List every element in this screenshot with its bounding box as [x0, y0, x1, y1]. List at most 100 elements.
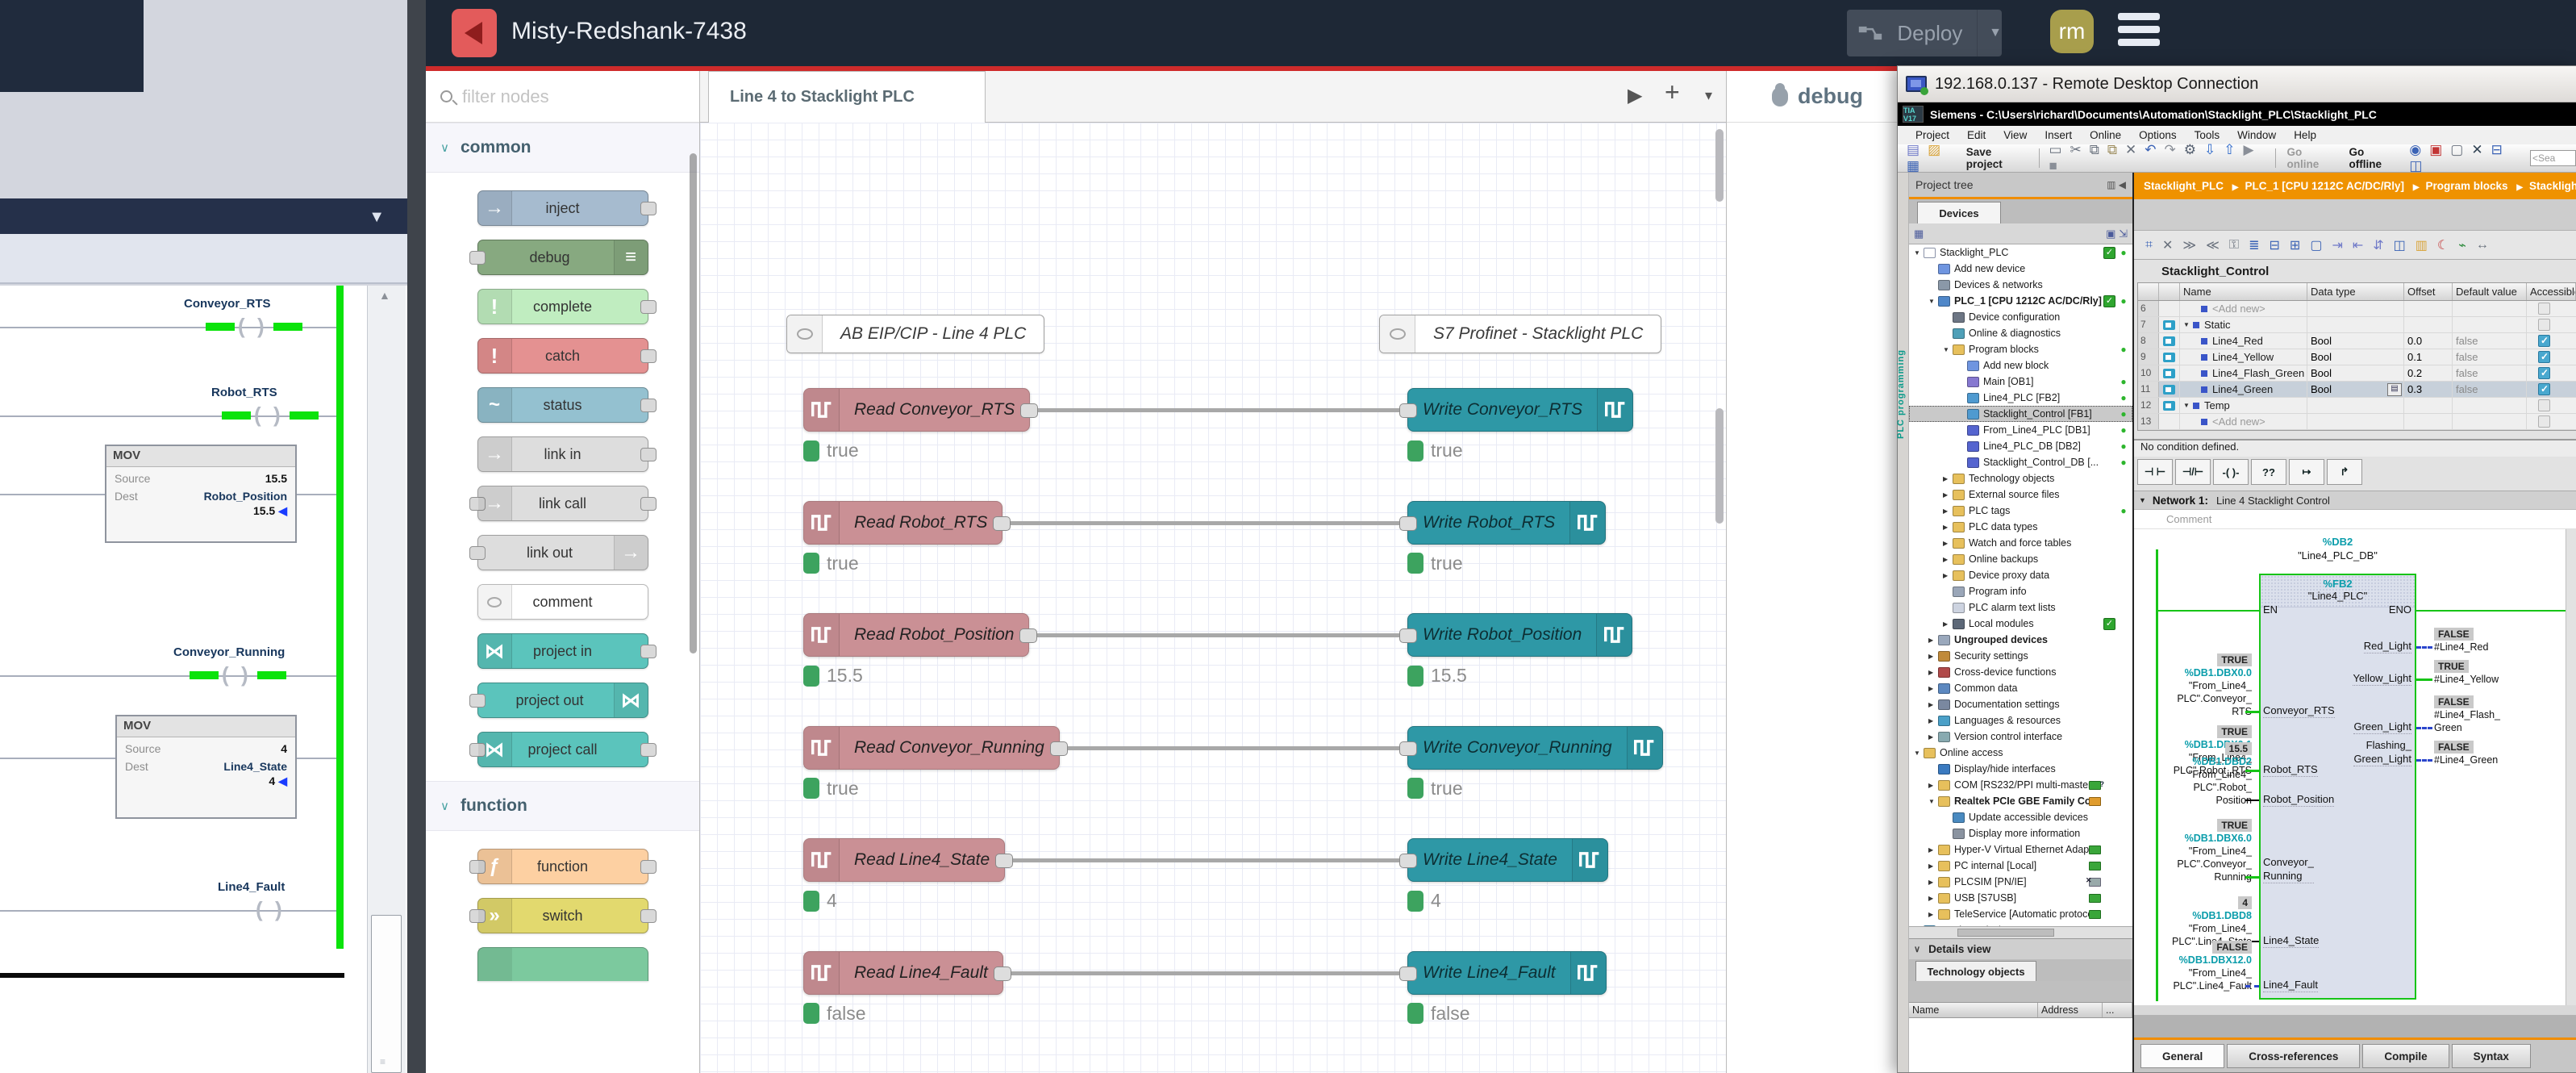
- toolbar-icon[interactable]: ✂: [2070, 142, 2082, 158]
- output-port[interactable]: [993, 516, 1011, 531]
- tab-scroll-icon[interactable]: ▶: [1628, 84, 1642, 107]
- tree-row[interactable]: ▶ TeleService [Automatic protoco...: [1909, 906, 2132, 922]
- tree-row[interactable]: PLC alarm text lists: [1909, 599, 2132, 616]
- mov-instruction[interactable]: MOV Source4 DestLine4_State 4◀: [115, 715, 297, 819]
- table-row[interactable]: 7 ▼Static: [2138, 317, 2576, 333]
- tree-row[interactable]: From_Line4_PLC [DB1] ●: [1909, 422, 2132, 438]
- tree-row[interactable]: ▶ Ungrouped devices: [1909, 632, 2132, 648]
- go-online-button[interactable]: Go online: [2286, 146, 2336, 170]
- toolbar-icon[interactable]: ▭: [2049, 142, 2061, 158]
- toolbar-icon[interactable]: ▨: [1928, 142, 1940, 158]
- input-port[interactable]: [1399, 403, 1417, 418]
- menu-item[interactable]: Project: [1915, 129, 1949, 141]
- table-row[interactable]: 10 Line4_Flash_Green Bool 0.2 false: [2138, 365, 2576, 382]
- inspector-tab[interactable]: Cross-references: [2227, 1044, 2360, 1068]
- toolbar-icon[interactable]: ▦: [1907, 158, 1919, 174]
- table-row[interactable]: 12 ▼Temp: [2138, 398, 2576, 414]
- deploy-dropdown-icon[interactable]: ▼: [1989, 26, 2002, 40]
- main-menu-icon[interactable]: [2118, 13, 2160, 52]
- tree-row[interactable]: ▼ Stacklight_PLC ✓ ●: [1909, 244, 2132, 261]
- scrollbar-thumb[interactable]: ≡: [371, 915, 402, 1073]
- menu-item[interactable]: Online: [2090, 129, 2121, 141]
- delete-network-icon[interactable]: ✕: [2162, 237, 2173, 253]
- ladder-tool-button[interactable]: ⊣/⊢: [2175, 459, 2211, 485]
- read-node[interactable]: Read Line4_Fault: [803, 951, 1003, 995]
- toolbar-icon[interactable]: ▢: [2450, 142, 2463, 158]
- ladder-collapse-bar[interactable]: ▼: [0, 198, 407, 234]
- monitoring-off-icon[interactable]: ☾: [2437, 237, 2449, 253]
- palette-category-header[interactable]: ∨ common: [426, 123, 699, 173]
- inspector-tab[interactable]: Syntax: [2452, 1044, 2531, 1068]
- tree-row[interactable]: ▼ Realtek PCIe GBE Family Con...: [1909, 793, 2132, 809]
- output-port[interactable]: [994, 967, 1011, 981]
- snapshot-icon[interactable]: ▥: [2416, 237, 2428, 253]
- menu-item[interactable]: Window: [2237, 129, 2276, 141]
- tree-row[interactable]: ▶ Technology objects: [1909, 470, 2132, 486]
- ladder-scrollbar[interactable]: ▲ ≡: [367, 286, 406, 1073]
- toolbar-icon[interactable]: ✕: [2471, 142, 2482, 158]
- tree-sync-icon[interactable]: ⇲: [2119, 228, 2128, 240]
- palette-node[interactable]: ⋈ project call: [477, 732, 648, 767]
- insert-network-icon[interactable]: ⌗: [2145, 238, 2153, 253]
- input-port[interactable]: [1399, 854, 1417, 868]
- expander-icon[interactable]: ▶: [1928, 911, 1938, 918]
- tree-row[interactable]: ▶ Cross-device functions: [1909, 664, 2132, 680]
- flow-list-icon[interactable]: ▾: [1705, 87, 1712, 104]
- ladder-tool-button[interactable]: -( )-: [2213, 459, 2249, 485]
- collapse-panel-icon[interactable]: ◀: [2119, 179, 2126, 190]
- input-port[interactable]: [1399, 741, 1417, 756]
- palette-node[interactable]: ! complete: [477, 289, 648, 324]
- tree-row[interactable]: Main [OB1] ●: [1909, 374, 2132, 390]
- expander-icon[interactable]: ▶: [1928, 669, 1938, 676]
- toolbar-icon[interactable]: ↷: [2165, 142, 2176, 158]
- palette-node[interactable]: ~ status: [477, 387, 648, 423]
- expander-icon[interactable]: ▶: [1943, 475, 1953, 482]
- tree-view-icon[interactable]: ▣: [2106, 228, 2115, 240]
- toolbar-icon[interactable]: ↶: [2145, 142, 2156, 158]
- pin-panel-icon[interactable]: ▥: [2107, 179, 2115, 190]
- toolbar-icon[interactable]: ▤: [1907, 142, 1919, 158]
- save-project-button[interactable]: Save project: [1966, 146, 2030, 170]
- goto-icon[interactable]: ↔: [2476, 238, 2489, 253]
- tree-row[interactable]: Line4_PLC [FB2] ●: [1909, 390, 2132, 406]
- canvas-scrollbar-thumb[interactable]: [1715, 129, 1724, 202]
- expander-icon[interactable]: ▶: [1943, 540, 1953, 547]
- debug-tab-header[interactable]: debug: [1727, 71, 1897, 123]
- expander-icon[interactable]: ▼: [1914, 249, 1924, 257]
- expander-icon[interactable]: ▶: [1943, 620, 1953, 628]
- palette-node[interactable]: ≡ debug: [477, 240, 648, 275]
- tag-label[interactable]: Line4_Fault: [218, 880, 285, 894]
- palette-node[interactable]: » switch: [477, 898, 648, 933]
- call-structure-icon[interactable]: ⇤: [2353, 237, 2363, 253]
- flow-grid[interactable]: AB EIP/CIP - Line 4 PLC S7 Profinet - St…: [700, 123, 1726, 1073]
- tag-label[interactable]: Conveyor_RTS: [184, 297, 271, 311]
- expander-icon[interactable]: ▶: [1928, 895, 1938, 902]
- tree-row[interactable]: Devices & networks: [1909, 277, 2132, 293]
- tree-row[interactable]: ▶ Documentation settings: [1909, 696, 2132, 712]
- output-port[interactable]: [1019, 628, 1037, 643]
- read-node[interactable]: Read Robot_Position: [803, 613, 1029, 657]
- input-port[interactable]: [1399, 967, 1417, 981]
- toolbar-icon[interactable]: ◫: [2409, 158, 2422, 174]
- expander-icon[interactable]: ▶: [1928, 637, 1938, 644]
- tree-row[interactable]: ▶ Hyper-V Virtual Ethernet Adapter: [1909, 841, 2132, 858]
- workspace-tab[interactable]: Line 4 to Stacklight PLC: [708, 71, 986, 123]
- breadcrumb-item[interactable]: Program blocks: [2426, 180, 2508, 192]
- tree-row[interactable]: ▶ Common data: [1909, 680, 2132, 696]
- tree-row[interactable]: ▶ Languages & resources: [1909, 712, 2132, 729]
- toolbar-icon[interactable]: ■: [2049, 158, 2057, 174]
- table-row[interactable]: 6 <Add new>: [2138, 301, 2576, 317]
- tree-row[interactable]: ▶ PC internal [Local]: [1909, 858, 2132, 874]
- plc-programming-side-tab[interactable]: PLC programming: [1896, 349, 1906, 439]
- expander-icon[interactable]: ▼: [1928, 798, 1938, 805]
- tree-row[interactable]: Program info: [1909, 583, 2132, 599]
- read-node[interactable]: Read Conveyor_Running: [803, 726, 1060, 770]
- expander-icon[interactable]: ▼: [1914, 749, 1924, 757]
- breadcrumb[interactable]: Stacklight_PLC ▶ PLC_1 [CPU 1212C AC/DC/…: [2134, 173, 2576, 199]
- toolbar-icon[interactable]: ⊟: [2491, 142, 2503, 158]
- tree-row[interactable]: ▶ PLC tags ●: [1909, 503, 2132, 519]
- expander-icon[interactable]: ▶: [1943, 507, 1953, 515]
- indent-icon[interactable]: ≫: [2182, 237, 2196, 253]
- menu-item[interactable]: Tools: [2195, 129, 2220, 141]
- tree-row[interactable]: ▶ COM [RS232/PPI multi-master c...: [1909, 777, 2132, 793]
